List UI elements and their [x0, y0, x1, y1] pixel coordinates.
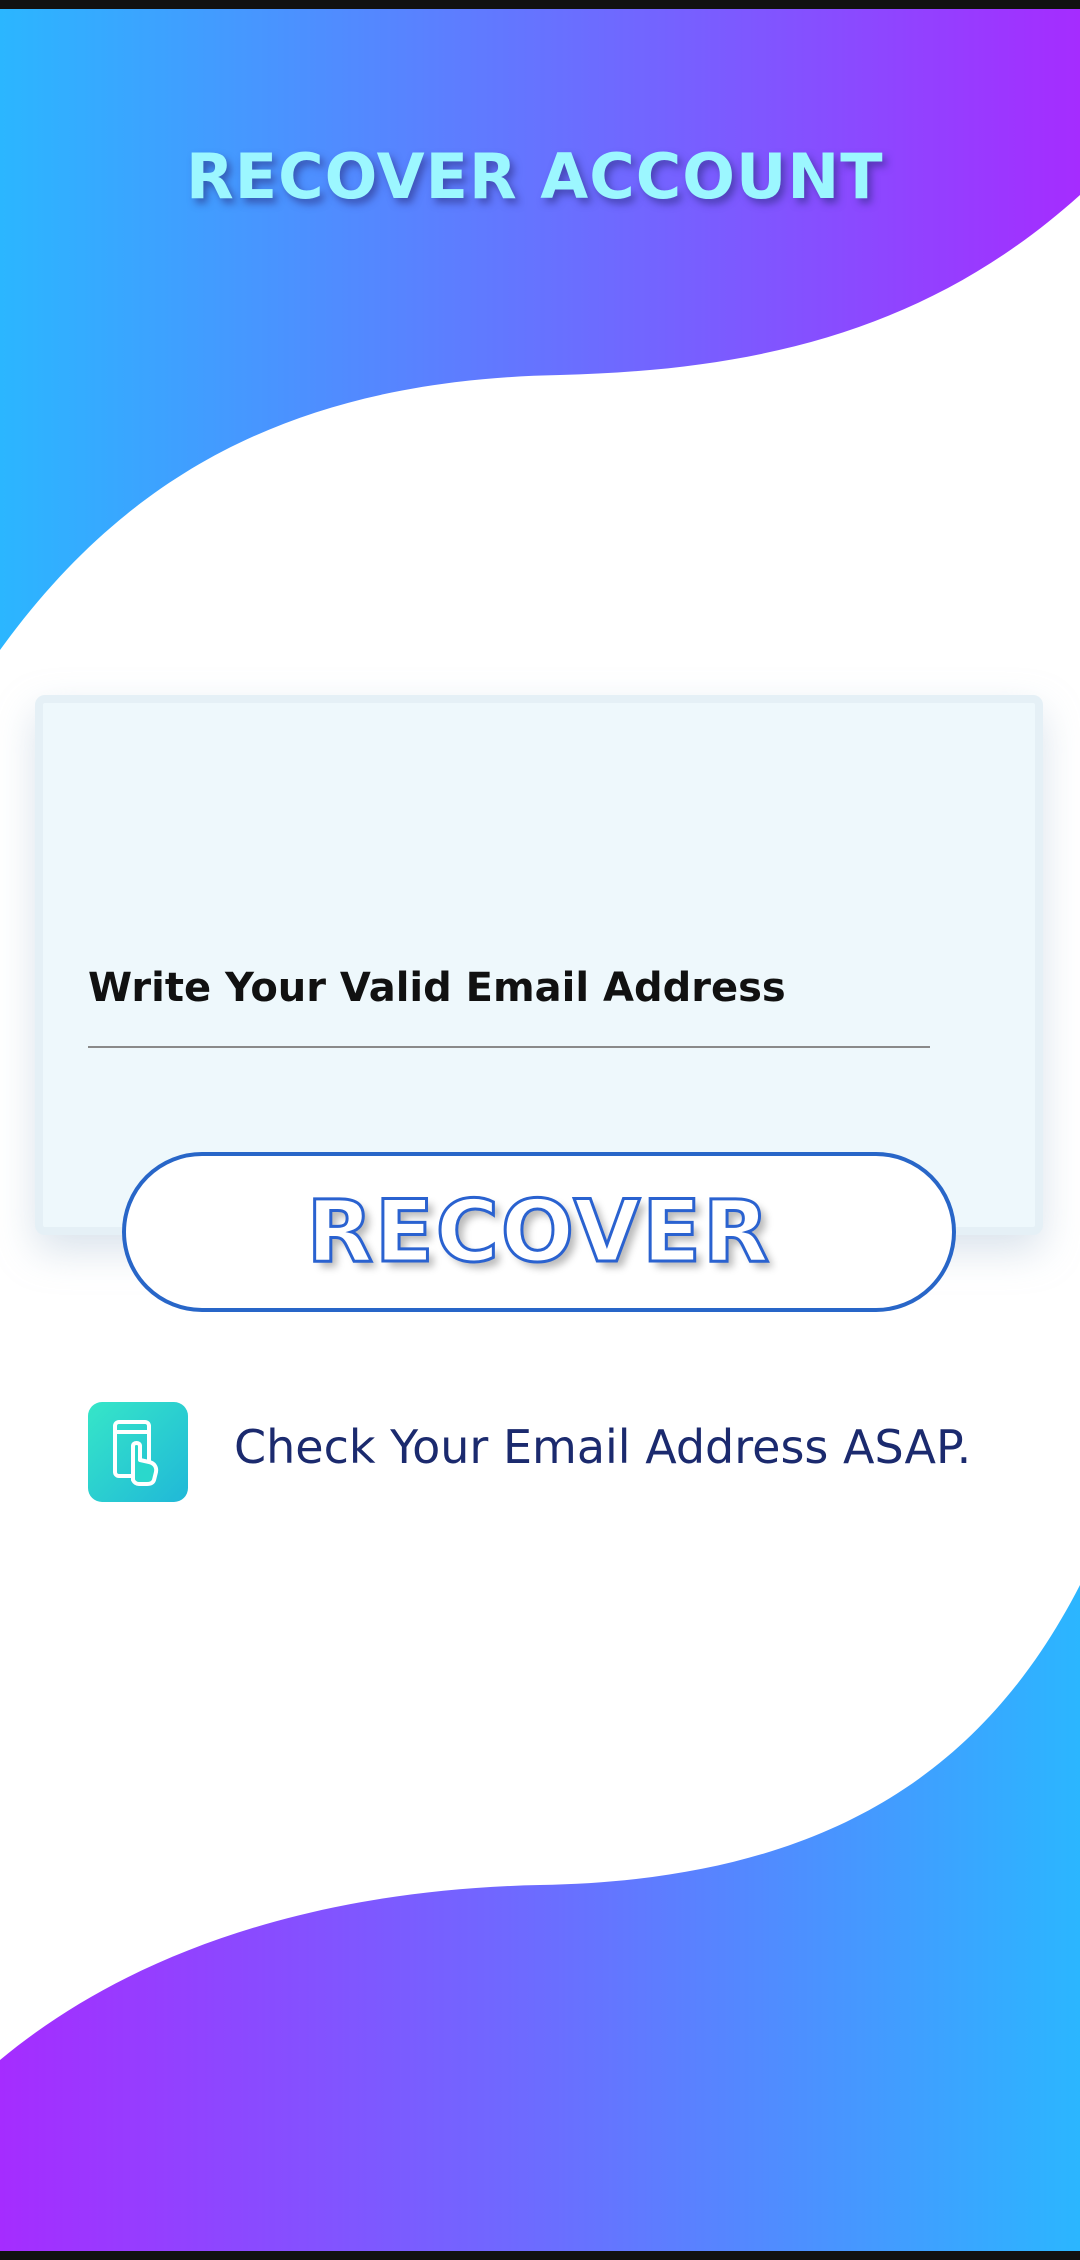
navigation-bar	[0, 2251, 1080, 2260]
email-input[interactable]	[88, 930, 930, 1046]
email-field[interactable]	[88, 930, 930, 1048]
recover-button[interactable]: RECOVER	[122, 1152, 956, 1312]
status-bar	[0, 0, 1080, 9]
recover-button-label: RECOVER	[305, 1181, 772, 1284]
bottom-wave	[0, 1585, 1080, 2260]
page-title: RECOVER ACCOUNT	[186, 140, 884, 213]
tap-phone-icon	[88, 1402, 188, 1502]
top-wave	[0, 0, 1080, 650]
hint-text: Check Your Email Address ASAP.	[234, 1420, 972, 1474]
